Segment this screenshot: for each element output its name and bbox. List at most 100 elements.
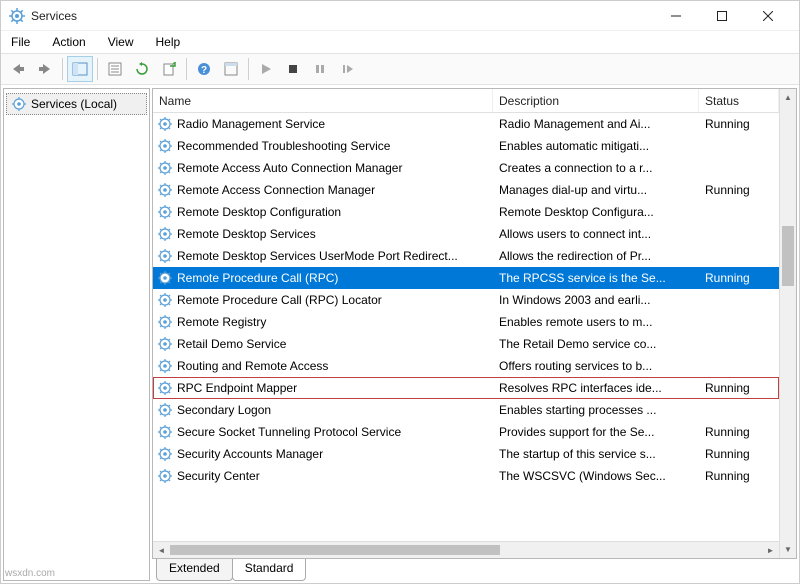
service-row[interactable]: Remote Desktop Services UserMode Port Re…	[153, 245, 779, 267]
service-name-cell: Secure Socket Tunneling Protocol Service	[153, 424, 493, 440]
column-headers: Name Description Status	[153, 89, 779, 113]
service-row[interactable]: Remote Access Connection ManagerManages …	[153, 179, 779, 201]
service-name: Remote Desktop Services UserMode Port Re…	[177, 249, 458, 263]
view-tabs: Extended Standard	[152, 559, 797, 581]
service-name-cell: Remote Procedure Call (RPC)	[153, 270, 493, 286]
service-description-cell: The Retail Demo service co...	[493, 337, 699, 351]
service-name-cell: Remote Desktop Services	[153, 226, 493, 242]
watermark: wsxdn.com	[5, 568, 55, 579]
service-name: Recommended Troubleshooting Service	[177, 139, 390, 153]
service-description-cell: Provides support for the Se...	[493, 425, 699, 439]
scroll-up-button[interactable]: ▲	[780, 89, 796, 106]
service-description-cell: Manages dial-up and virtu...	[493, 183, 699, 197]
service-name-cell: Remote Registry	[153, 314, 493, 330]
service-row[interactable]: Radio Management ServiceRadio Management…	[153, 113, 779, 135]
tree-node-label: Services (Local)	[31, 97, 117, 111]
scroll-track[interactable]	[780, 106, 796, 541]
start-service-button[interactable]	[253, 56, 279, 82]
scroll-down-button[interactable]: ▼	[780, 541, 796, 558]
service-row[interactable]: Remote Desktop ServicesAllows users to c…	[153, 223, 779, 245]
menu-help[interactable]: Help	[152, 33, 185, 51]
services-list[interactable]: Name Description Status Radio Management…	[153, 89, 779, 558]
service-row[interactable]: Remote Procedure Call (RPC)The RPCSS ser…	[153, 267, 779, 289]
gear-icon	[157, 314, 173, 330]
back-button[interactable]	[5, 56, 31, 82]
gear-icon	[157, 204, 173, 220]
scroll-track[interactable]	[170, 542, 762, 558]
gear-icon	[157, 336, 173, 352]
tree-node-services-local[interactable]: Services (Local)	[6, 93, 147, 115]
forward-button[interactable]	[32, 56, 58, 82]
gear-icon	[157, 182, 173, 198]
service-name-cell: Secondary Logon	[153, 402, 493, 418]
service-name: Remote Desktop Configuration	[177, 205, 341, 219]
tab-standard[interactable]: Standard	[232, 559, 307, 581]
service-row[interactable]: Security CenterThe WSCSVC (Windows Sec..…	[153, 465, 779, 487]
gear-icon	[157, 380, 173, 396]
minimize-button[interactable]	[653, 1, 699, 31]
menu-file[interactable]: File	[7, 33, 34, 51]
service-row[interactable]: Recommended Troubleshooting ServiceEnabl…	[153, 135, 779, 157]
service-name: Routing and Remote Access	[177, 359, 328, 373]
gear-icon	[157, 160, 173, 176]
service-description-cell: The startup of this service s...	[493, 447, 699, 461]
gear-icon	[157, 402, 173, 418]
service-name-cell: Routing and Remote Access	[153, 358, 493, 374]
maximize-button[interactable]	[699, 1, 745, 31]
gear-icon	[157, 270, 173, 286]
menu-view[interactable]: View	[104, 33, 138, 51]
scroll-thumb[interactable]	[170, 545, 500, 555]
tab-extended[interactable]: Extended	[156, 559, 233, 581]
menu-action[interactable]: Action	[48, 33, 89, 51]
vertical-scrollbar[interactable]: ▲ ▼	[779, 89, 796, 558]
service-row[interactable]: Remote RegistryEnables remote users to m…	[153, 311, 779, 333]
toolbar: ?	[1, 53, 799, 85]
show-hide-tree-button[interactable]	[67, 56, 93, 82]
horizontal-scrollbar[interactable]: ◄ ►	[153, 541, 779, 558]
stop-service-button[interactable]	[280, 56, 306, 82]
toolbar-separator	[186, 58, 187, 80]
refresh-button[interactable]	[129, 56, 155, 82]
close-button[interactable]	[745, 1, 791, 31]
service-description-cell: Enables starting processes ...	[493, 403, 699, 417]
service-row[interactable]: Remote Access Auto Connection ManagerCre…	[153, 157, 779, 179]
service-row[interactable]: Remote Desktop Configuration Remote Deskt…	[153, 201, 779, 223]
gear-icon	[157, 468, 173, 484]
column-header-description[interactable]: Description	[493, 89, 699, 112]
gear-icon	[157, 226, 173, 242]
gear-icon	[157, 138, 173, 154]
gear-icon	[157, 424, 173, 440]
service-description-cell: Remote Desktop Configura...	[493, 205, 699, 219]
pause-service-button[interactable]	[307, 56, 333, 82]
service-name-cell: Remote Procedure Call (RPC) Locator	[153, 292, 493, 308]
help-button[interactable]: ?	[191, 56, 217, 82]
service-name: Secure Socket Tunneling Protocol Service	[177, 425, 401, 439]
service-row[interactable]: Security Accounts ManagerThe startup of …	[153, 443, 779, 465]
restart-service-button[interactable]	[334, 56, 360, 82]
service-status-cell: Running	[699, 271, 779, 285]
service-row[interactable]: Remote Procedure Call (RPC) LocatorIn Wi…	[153, 289, 779, 311]
service-row[interactable]: RPC Endpoint MapperResolves RPC interfac…	[153, 377, 779, 399]
service-status-cell: Running	[699, 381, 779, 395]
service-name-cell: RPC Endpoint Mapper	[153, 380, 493, 396]
column-header-status[interactable]: Status	[699, 89, 779, 112]
scroll-thumb[interactable]	[782, 226, 794, 286]
gear-icon	[157, 248, 173, 264]
service-row[interactable]: Routing and Remote AccessOffers routing …	[153, 355, 779, 377]
properties-button[interactable]	[102, 56, 128, 82]
scroll-left-button[interactable]: ◄	[153, 542, 170, 558]
column-header-name[interactable]: Name	[153, 89, 493, 112]
service-row[interactable]: Secure Socket Tunneling Protocol Service…	[153, 421, 779, 443]
service-description-cell: Enables remote users to m...	[493, 315, 699, 329]
console-tree[interactable]: Services (Local)	[3, 88, 150, 581]
service-row[interactable]: Secondary LogonEnables starting processe…	[153, 399, 779, 421]
toolbar-button[interactable]	[218, 56, 244, 82]
scroll-right-button[interactable]: ►	[762, 542, 779, 558]
service-row[interactable]: Retail Demo ServiceThe Retail Demo servi…	[153, 333, 779, 355]
service-name-cell: Recommended Troubleshooting Service	[153, 138, 493, 154]
service-description-cell: In Windows 2003 and earli...	[493, 293, 699, 307]
gear-icon	[157, 116, 173, 132]
export-button[interactable]	[156, 56, 182, 82]
service-description-cell: Allows users to connect int...	[493, 227, 699, 241]
app-icon	[9, 8, 25, 24]
